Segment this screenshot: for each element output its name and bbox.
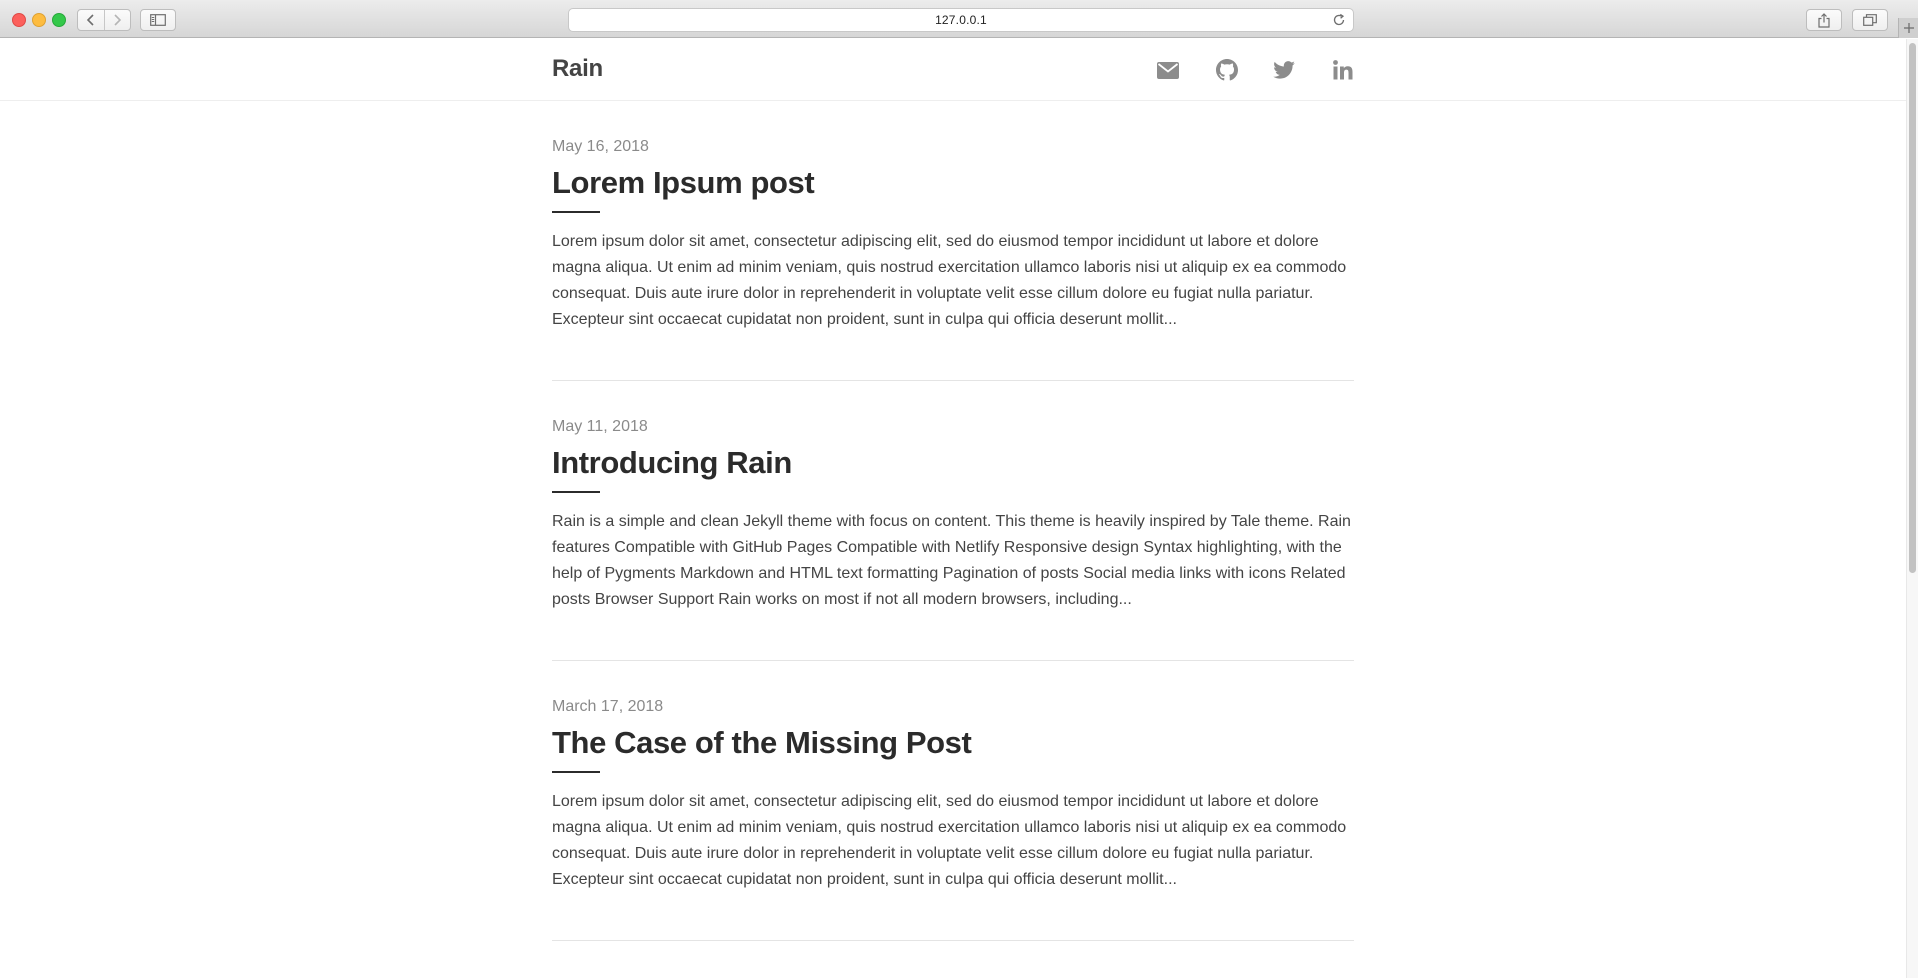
post-date: May 11, 2018 — [552, 418, 648, 435]
mail-icon — [1157, 61, 1179, 79]
page-viewport: Rain May 16, 2018 Lorem Ipsum post Lorem… — [0, 39, 1906, 978]
close-window-button[interactable] — [12, 13, 26, 27]
back-icon — [86, 14, 94, 26]
post-list: May 16, 2018 Lorem Ipsum post Lorem ipsu… — [552, 101, 1354, 941]
new-tab-icon — [1903, 23, 1914, 33]
email-link[interactable] — [1155, 57, 1181, 83]
tabs-icon — [1863, 14, 1877, 26]
browser-toolbar: 127.0.0.1 — [0, 0, 1918, 38]
github-icon — [1216, 59, 1238, 81]
title-underline — [552, 491, 600, 493]
post-title-link[interactable]: Introducing Rain — [552, 445, 792, 481]
minimize-window-button[interactable] — [32, 13, 46, 27]
post-item: March 17, 2018 The Case of the Missing P… — [552, 661, 1354, 941]
forward-icon — [114, 14, 122, 26]
post-excerpt: Lorem ipsum dolor sit amet, consectetur … — [552, 233, 1347, 328]
reload-icon[interactable] — [1332, 13, 1346, 27]
url-text: 127.0.0.1 — [935, 13, 987, 27]
zoom-window-button[interactable] — [52, 13, 66, 27]
post-title-link[interactable]: The Case of the Missing Post — [552, 725, 972, 761]
site-title-link[interactable]: Rain — [552, 55, 603, 83]
address-bar[interactable]: 127.0.0.1 — [568, 8, 1354, 32]
twitter-link[interactable] — [1271, 57, 1297, 83]
sidebar-button[interactable] — [140, 9, 176, 31]
post-date: May 16, 2018 — [552, 138, 649, 155]
title-underline — [552, 211, 600, 213]
post-excerpt: Rain is a simple and clean Jekyll theme … — [552, 513, 1351, 608]
post-date: March 17, 2018 — [552, 698, 664, 715]
post-item: May 11, 2018 Introducing Rain Rain is a … — [552, 381, 1354, 661]
post-item: May 16, 2018 Lorem Ipsum post Lorem ipsu… — [552, 101, 1354, 381]
show-tabs-button[interactable] — [1852, 9, 1888, 31]
share-button[interactable] — [1806, 9, 1842, 31]
scrollbar-thumb[interactable] — [1909, 43, 1916, 573]
site-header: Rain — [0, 39, 1906, 101]
forward-button[interactable] — [103, 10, 130, 30]
back-button[interactable] — [78, 10, 104, 30]
twitter-icon — [1273, 61, 1295, 79]
history-navigation — [77, 9, 131, 31]
new-tab-button[interactable] — [1898, 18, 1918, 38]
vertical-scrollbar[interactable] — [1906, 39, 1918, 978]
sidebar-icon — [150, 14, 166, 26]
title-underline — [552, 771, 600, 773]
share-icon — [1818, 12, 1830, 28]
post-title-link[interactable]: Lorem Ipsum post — [552, 165, 815, 201]
linkedin-link[interactable] — [1330, 57, 1356, 83]
github-link[interactable] — [1214, 57, 1240, 83]
linkedin-icon — [1333, 60, 1353, 80]
post-excerpt: Lorem ipsum dolor sit amet, consectetur … — [552, 793, 1347, 888]
